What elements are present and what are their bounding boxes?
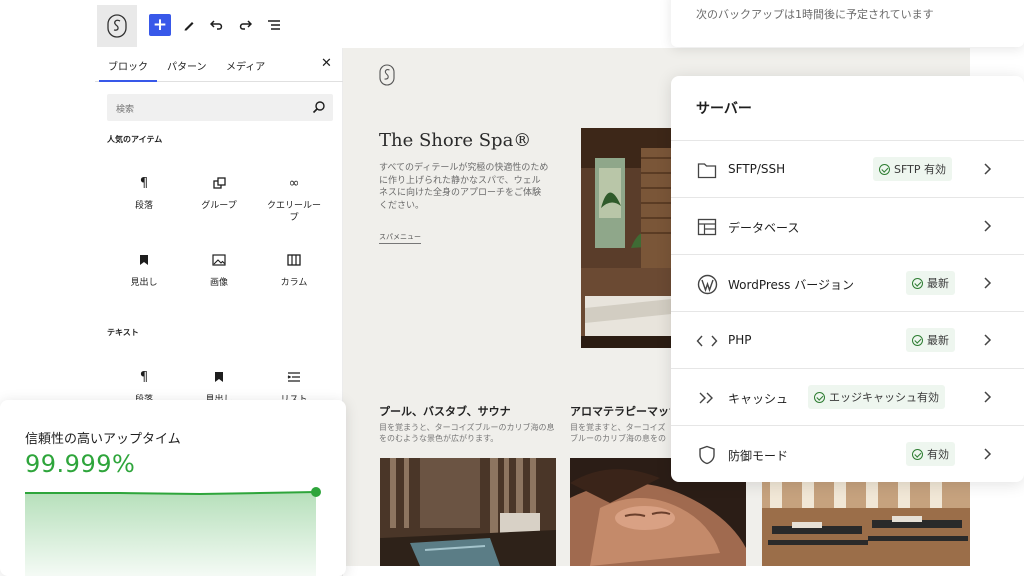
row-label: SFTP/SSH bbox=[728, 162, 786, 176]
uptime-card: 信頼性の高いアップタイム 99.999% bbox=[0, 400, 346, 576]
group-icon bbox=[181, 174, 257, 192]
tab-media[interactable]: メディア bbox=[226, 58, 265, 73]
feature-description[interactable]: 目を覚まうと、ターコイズブルーのカリブ海の息をのむような景色が広がります。 bbox=[379, 422, 559, 444]
uptime-title: 信頼性の高いアップタイム bbox=[25, 432, 181, 447]
block-label: クエリールー プ bbox=[266, 201, 321, 223]
folder-icon bbox=[696, 159, 718, 181]
paragraph-icon: ¶ bbox=[139, 369, 149, 385]
row-label: WordPress バージョン bbox=[728, 278, 855, 292]
status-badge: 最新 bbox=[906, 328, 955, 352]
server-row-database[interactable]: データベース bbox=[671, 197, 1024, 254]
code-icon bbox=[696, 330, 718, 352]
block-label: 見出し bbox=[130, 278, 158, 288]
check-circle-icon bbox=[912, 277, 923, 289]
status-badge: 有効 bbox=[906, 442, 955, 466]
status-badge: エッジキャッシュ有効 bbox=[808, 385, 945, 409]
server-row-cache[interactable]: キャッシュ エッジキャッシュ有効 bbox=[671, 368, 1024, 425]
spa-logo-icon bbox=[107, 14, 127, 38]
block-label: 段落 bbox=[134, 201, 153, 211]
row-label: キャッシュ bbox=[728, 392, 789, 406]
site-logo-button[interactable] bbox=[97, 5, 137, 47]
block-label: グループ bbox=[201, 201, 237, 211]
close-icon[interactable]: ✕ bbox=[321, 56, 332, 71]
badge-text: SFTP 有効 bbox=[894, 163, 946, 176]
block-label: カラム bbox=[280, 278, 308, 288]
add-block-button[interactable]: + bbox=[149, 14, 171, 36]
feature-title[interactable]: アロマテラピーマッサージ bbox=[570, 403, 670, 419]
list-icon bbox=[256, 368, 332, 386]
check-circle-icon bbox=[879, 163, 890, 175]
site-title[interactable]: The Shore Spa® bbox=[379, 130, 531, 151]
spa-menu-link[interactable]: スパメニュー bbox=[379, 232, 421, 244]
double-chevron-icon bbox=[696, 387, 718, 409]
feature-title[interactable]: プール、バスタブ、サウナ bbox=[379, 403, 511, 419]
block-search-input[interactable]: 検索 bbox=[107, 94, 333, 121]
chevron-right-icon bbox=[984, 220, 992, 232]
columns-icon bbox=[256, 251, 332, 269]
active-tab-indicator bbox=[99, 80, 157, 82]
uptime-endpoint bbox=[311, 487, 321, 497]
server-title: サーバー bbox=[696, 101, 752, 117]
hero-image[interactable] bbox=[581, 128, 681, 348]
badge-text: 有効 bbox=[927, 448, 949, 461]
status-badge: SFTP 有効 bbox=[873, 157, 952, 181]
check-circle-icon bbox=[912, 334, 923, 346]
heading-icon bbox=[181, 368, 257, 386]
block-heading[interactable]: 見出し bbox=[106, 251, 182, 289]
paragraph-icon: ¶ bbox=[139, 175, 149, 191]
block-paragraph[interactable]: ¶ 段落 bbox=[106, 174, 182, 212]
badge-text: 最新 bbox=[927, 277, 949, 290]
check-circle-icon bbox=[912, 448, 923, 460]
redo-icon[interactable] bbox=[234, 14, 256, 36]
chevron-right-icon bbox=[984, 277, 992, 289]
backup-notice: 次のバックアップは1時間後に予定されています bbox=[671, 0, 1024, 47]
text-section-heading: テキスト bbox=[107, 328, 139, 337]
site-description[interactable]: すべてのディテールが究極の快適性のために作り上げられた静かなスパで、ウェルネスに… bbox=[379, 162, 549, 212]
chevron-right-icon bbox=[984, 448, 992, 460]
server-row-sftp[interactable]: SFTP/SSH SFTP 有効 bbox=[671, 140, 1024, 197]
shield-icon bbox=[696, 444, 718, 466]
row-label: PHP bbox=[728, 333, 752, 347]
block-image[interactable]: 画像 bbox=[181, 251, 257, 289]
server-row-defense[interactable]: 防御モード 有効 bbox=[671, 425, 1024, 482]
chevron-right-icon bbox=[984, 334, 992, 346]
query-loop-icon: ∞ bbox=[288, 175, 300, 191]
block-query-loop[interactable]: ∞ クエリールー プ bbox=[256, 174, 332, 224]
block-label: 画像 bbox=[209, 278, 228, 288]
backup-text: 次のバックアップは1時間後に予定されています bbox=[696, 8, 934, 21]
undo-icon[interactable] bbox=[206, 14, 228, 36]
tab-blocks[interactable]: ブロック bbox=[108, 58, 148, 73]
wordpress-icon bbox=[696, 273, 718, 295]
uptime-chart bbox=[25, 487, 321, 576]
status-badge: 最新 bbox=[906, 271, 955, 295]
chevron-right-icon bbox=[984, 391, 992, 403]
document-overview-icon[interactable] bbox=[263, 14, 285, 36]
search-icon bbox=[312, 101, 325, 114]
block-group[interactable]: グループ bbox=[181, 174, 257, 212]
chevron-right-icon bbox=[984, 163, 992, 175]
server-row-php[interactable]: PHP 最新 bbox=[671, 311, 1024, 368]
spa-logo-icon bbox=[379, 64, 395, 86]
tab-patterns[interactable]: パターン bbox=[167, 58, 207, 73]
block-columns[interactable]: カラム bbox=[256, 251, 332, 289]
pen-icon[interactable] bbox=[178, 14, 200, 36]
inserter-tabs: ブロック パターン メディア ✕ bbox=[95, 48, 343, 82]
server-row-wordpress[interactable]: WordPress バージョン 最新 bbox=[671, 254, 1024, 311]
badge-text: 最新 bbox=[927, 334, 949, 347]
row-label: データベース bbox=[728, 221, 800, 235]
heading-icon bbox=[106, 251, 182, 269]
image-icon bbox=[181, 251, 257, 269]
popular-items-heading: 人気のアイテム bbox=[107, 135, 163, 144]
server-panel: サーバー SFTP/SSH SFTP 有効 データベース WordPress バ… bbox=[671, 76, 1024, 482]
uptime-value: 99.999% bbox=[25, 450, 136, 478]
badge-text: エッジキャッシュ有効 bbox=[829, 391, 939, 404]
feature-description[interactable]: 目を覚ますと、ターコイズブルーのカリブ海の息をのむような景色が広がります。 bbox=[570, 422, 670, 444]
row-label: 防御モード bbox=[728, 449, 789, 463]
check-circle-icon bbox=[814, 391, 825, 403]
table-icon bbox=[696, 216, 718, 238]
pool-image[interactable] bbox=[380, 458, 556, 566]
search-placeholder: 検索 bbox=[116, 105, 135, 115]
